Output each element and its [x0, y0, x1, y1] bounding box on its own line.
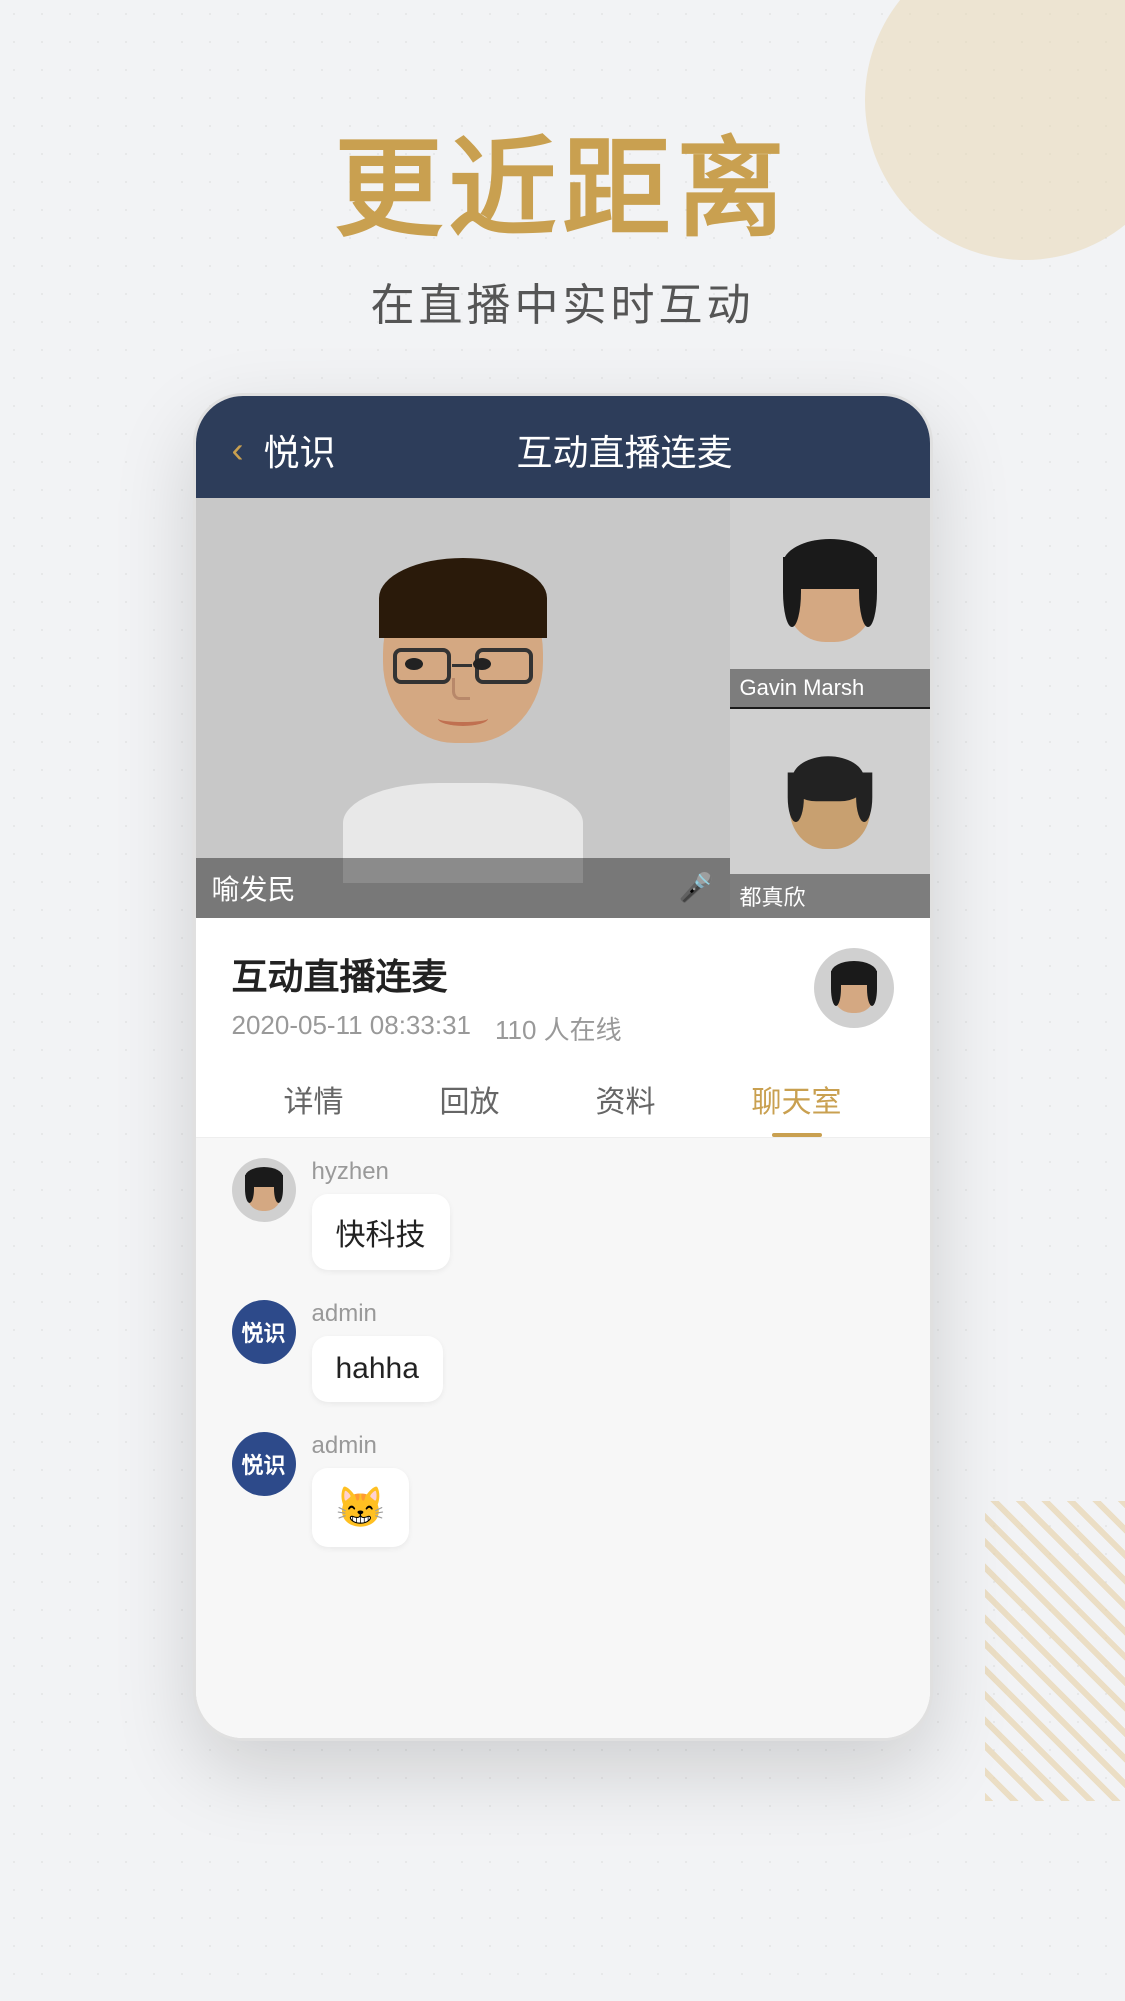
side-video-1-name-bar: Gavin Marsh [730, 669, 930, 707]
main-video-panel: 喻发民 🎤 [196, 498, 730, 918]
side-user-2-name: 都真欣 [740, 885, 806, 910]
tab-details[interactable]: 详情 [284, 1077, 344, 1137]
badge-text-3: 悦识 [241, 1448, 285, 1480]
bg-decoration-stripes [985, 1501, 1125, 1801]
hero-subtitle: 在直播中实时互动 [0, 269, 1125, 333]
main-user-name: 喻发民 [212, 868, 296, 908]
side-user-1-name: Gavin Marsh [740, 675, 865, 700]
chat-username-2: admin [312, 1300, 443, 1328]
chat-avatar-badge-2: 悦识 [232, 1300, 296, 1364]
chat-username-1: hyzhen [312, 1158, 450, 1186]
chat-bubble-2: hahha [312, 1336, 443, 1402]
man-nose [452, 678, 470, 700]
main-video-name-bar: 喻发民 🎤 [196, 858, 730, 918]
app-header: ‹ 悦识 互动直播连麦 [196, 396, 930, 498]
side-user-2-face [776, 746, 884, 881]
side-video-1: Gavin Marsh [730, 498, 930, 707]
stream-online-count: 110 人在线 [495, 1010, 622, 1047]
hero-title: 更近距离 [0, 130, 1125, 249]
stream-meta: 2020-05-11 08:33:31 110 人在线 [232, 1010, 622, 1047]
chat-message-3: 悦识 admin 😸 [232, 1432, 894, 1547]
chat-avatar-1 [232, 1158, 296, 1222]
phone-mockup-container: ‹ 悦识 互动直播连麦 [193, 393, 933, 1741]
w-hair-left-2 [787, 773, 803, 823]
chat-section: hyzhen 快科技 悦识 admin hahha 悦识 [196, 1138, 930, 1738]
eye-right [473, 658, 491, 670]
app-name: 悦识 [264, 424, 336, 476]
hero-section: 更近距离 在直播中实时互动 [0, 0, 1125, 393]
chat-message-1: hyzhen 快科技 [232, 1158, 894, 1270]
side-video-2-name-bar: 都真欣 [730, 874, 930, 918]
man-eyes [405, 658, 491, 670]
man-hair [379, 558, 547, 638]
w-hair-right-1 [859, 557, 877, 627]
tabs-section: 详情 回放 资料 聊天室 [196, 1057, 930, 1138]
main-user-face [333, 563, 593, 883]
chat-content-2: admin hahha [312, 1300, 443, 1402]
w-hair-right-2 [856, 773, 872, 823]
badge-text-2: 悦识 [241, 1316, 285, 1348]
side-video-panel: Gavin Marsh 都真欣 [730, 498, 930, 918]
video-grid: 喻发民 🎤 Gav [196, 498, 930, 918]
chat-username-3: admin [312, 1432, 410, 1460]
tab-materials[interactable]: 资料 [596, 1077, 656, 1137]
stream-info-section: 互动直播连麦 2020-05-11 08:33:31 110 人在线 [196, 918, 930, 1047]
stream-date: 2020-05-11 08:33:31 [232, 1010, 472, 1047]
man-mouth [438, 711, 488, 726]
main-user-avatar [196, 498, 730, 918]
host-avatar [814, 948, 894, 1028]
chat-message-2: 悦识 admin hahha [232, 1300, 894, 1402]
side-user-1-face [770, 527, 890, 677]
tab-replay[interactable]: 回放 [440, 1077, 500, 1137]
live-stream-title: 互动直播连麦 [356, 424, 894, 476]
stream-info-left: 互动直播连麦 2020-05-11 08:33:31 110 人在线 [232, 948, 622, 1047]
chat-content-1: hyzhen 快科技 [312, 1158, 450, 1270]
stream-title: 互动直播连麦 [232, 948, 622, 1000]
w-hair-left-1 [783, 557, 801, 627]
eye-left [405, 658, 423, 670]
side-video-2: 都真欣 [730, 709, 930, 918]
chat-bubble-3: 😸 [312, 1468, 410, 1547]
phone-mockup: ‹ 悦识 互动直播连麦 [193, 393, 933, 1741]
tab-chat[interactable]: 聊天室 [752, 1077, 842, 1137]
chat-content-3: admin 😸 [312, 1432, 410, 1547]
back-button[interactable]: ‹ [232, 429, 244, 471]
chat-avatar-img-1 [232, 1158, 296, 1222]
chat-bubble-1: 快科技 [312, 1194, 450, 1270]
mic-icon: 🎤 [679, 871, 714, 904]
chat-avatar-badge-3: 悦识 [232, 1432, 296, 1496]
